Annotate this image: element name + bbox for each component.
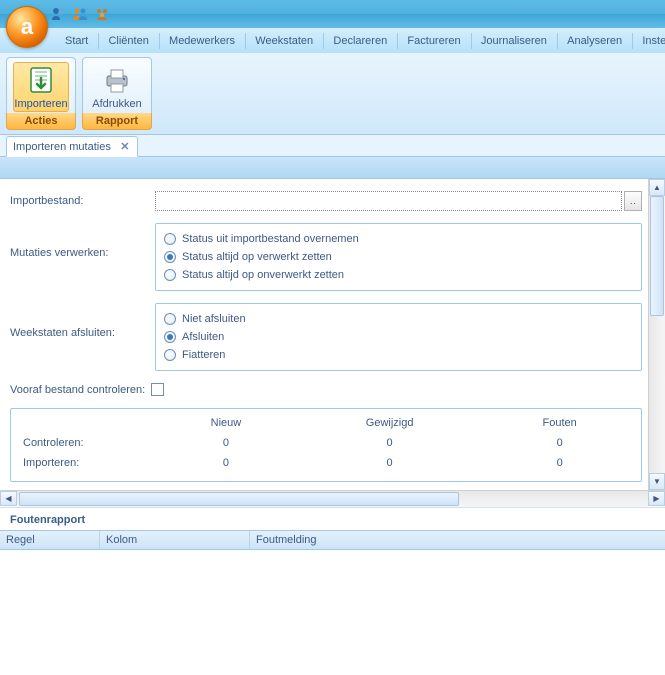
ribbon-group-title-rapport: Rapport <box>82 113 152 130</box>
printer-icon <box>101 64 133 96</box>
ribbon-group-acties: Importeren Acties <box>6 57 76 130</box>
weekstaten-option-2[interactable]: Fiatteren <box>164 346 633 364</box>
scroll-right-icon[interactable]: ▶ <box>648 491 665 506</box>
menu-analyseren[interactable]: Analyseren <box>557 35 632 47</box>
error-grid-header: Regel Kolom Foutmelding <box>0 530 665 550</box>
form-panel: Importbestand: ‥ Mutaties verwerken: Sta… <box>0 179 648 490</box>
menu-journaliseren[interactable]: Journaliseren <box>471 35 557 47</box>
toolbar-strip <box>0 157 665 179</box>
weekstaten-option-0[interactable]: Niet afsluiten <box>164 310 633 328</box>
vooraf-checkbox[interactable] <box>151 383 164 396</box>
stats-value: 0 <box>486 433 633 453</box>
radio-icon <box>164 251 176 263</box>
error-col-foutmelding[interactable]: Foutmelding <box>250 531 665 549</box>
importbestand-input[interactable] <box>155 191 622 211</box>
mutaties-radio-group: Status uit importbestand overnemen Statu… <box>155 223 642 291</box>
document-tab-label: Importeren mutaties <box>13 141 111 153</box>
vertical-scrollbar[interactable]: ▲ ▼ <box>648 179 665 490</box>
menu-instellingen[interactable]: Instellingen <box>632 35 665 47</box>
radio-icon <box>164 269 176 281</box>
quick-group-icon[interactable] <box>94 6 110 22</box>
menu-bar: a Start Cliënten Medewerkers Weekstaten … <box>0 28 665 53</box>
importeren-label: Importeren <box>14 98 67 110</box>
ribbon-group-rapport: Afdrukken Rapport <box>82 57 152 130</box>
error-col-regel[interactable]: Regel <box>0 531 100 549</box>
menu-medewerkers[interactable]: Medewerkers <box>159 35 245 47</box>
radio-icon <box>164 331 176 343</box>
menu-declareren[interactable]: Declareren <box>323 35 397 47</box>
title-bar <box>0 0 665 28</box>
ribbon-group-title-acties: Acties <box>6 113 76 130</box>
weekstaten-label: Weekstaten afsluiten: <box>10 303 155 339</box>
afdrukken-label: Afdrukken <box>92 98 142 110</box>
stats-col-fouten: Fouten <box>486 413 633 433</box>
stats-col-nieuw: Nieuw <box>159 413 293 433</box>
scroll-track[interactable] <box>649 196 665 473</box>
mutaties-option-2[interactable]: Status altijd op onverwerkt zetten <box>164 266 633 284</box>
vooraf-label: Vooraf bestand controleren: <box>10 384 145 396</box>
stats-panel: Nieuw Gewijzigd Fouten Controleren: 0 0 … <box>10 408 642 482</box>
menu-weekstaten[interactable]: Weekstaten <box>245 35 323 47</box>
mutaties-label: Mutaties verwerken: <box>10 223 155 259</box>
scroll-thumb[interactable] <box>650 196 664 316</box>
ribbon: Importeren Acties Afdrukken Rapport <box>0 53 665 135</box>
importbestand-label: Importbestand: <box>10 195 155 207</box>
app-orb-button[interactable]: a <box>6 6 48 48</box>
stats-value: 0 <box>293 433 486 453</box>
weekstaten-radio-group: Niet afsluiten Afsluiten Fiatteren <box>155 303 642 371</box>
scroll-track[interactable] <box>17 491 648 507</box>
horizontal-scrollbar[interactable]: ◀ ▶ <box>0 490 665 507</box>
menu-factureren[interactable]: Factureren <box>397 35 470 47</box>
importeren-button[interactable]: Importeren <box>13 62 69 112</box>
stats-row-controleren-label: Controleren: <box>19 433 159 453</box>
foutenrapport-title: Foutenrapport <box>0 507 665 530</box>
mutaties-option-0[interactable]: Status uit importbestand overnemen <box>164 230 633 248</box>
scroll-down-icon[interactable]: ▼ <box>649 473 665 490</box>
stats-row-importeren-label: Importeren: <box>19 453 159 473</box>
scroll-up-icon[interactable]: ▲ <box>649 179 665 196</box>
stats-value: 0 <box>486 453 633 473</box>
document-tab[interactable]: Importeren mutaties ✕ <box>6 136 138 157</box>
stats-value: 0 <box>293 453 486 473</box>
stats-col-gewijzigd: Gewijzigd <box>293 413 486 433</box>
browse-button[interactable]: ‥ <box>624 191 642 211</box>
error-grid-body <box>0 550 665 640</box>
menu-start[interactable]: Start <box>55 35 98 47</box>
error-col-kolom[interactable]: Kolom <box>100 531 250 549</box>
quick-users-icon[interactable] <box>72 6 88 22</box>
import-icon <box>25 64 57 96</box>
stats-value: 0 <box>159 453 293 473</box>
weekstaten-option-1[interactable]: Afsluiten <box>164 328 633 346</box>
close-icon[interactable]: ✕ <box>119 140 131 153</box>
scroll-thumb[interactable] <box>19 492 459 506</box>
stats-value: 0 <box>159 433 293 453</box>
afdrukken-button[interactable]: Afdrukken <box>89 62 145 112</box>
mutaties-option-1[interactable]: Status altijd op verwerkt zetten <box>164 248 633 266</box>
radio-icon <box>164 349 176 361</box>
radio-icon <box>164 233 176 245</box>
quick-clients-icon[interactable] <box>50 6 66 22</box>
document-tabstrip: Importeren mutaties ✕ <box>0 135 665 157</box>
radio-icon <box>164 313 176 325</box>
scroll-left-icon[interactable]: ◀ <box>0 491 17 506</box>
menu-clienten[interactable]: Cliënten <box>98 35 158 47</box>
